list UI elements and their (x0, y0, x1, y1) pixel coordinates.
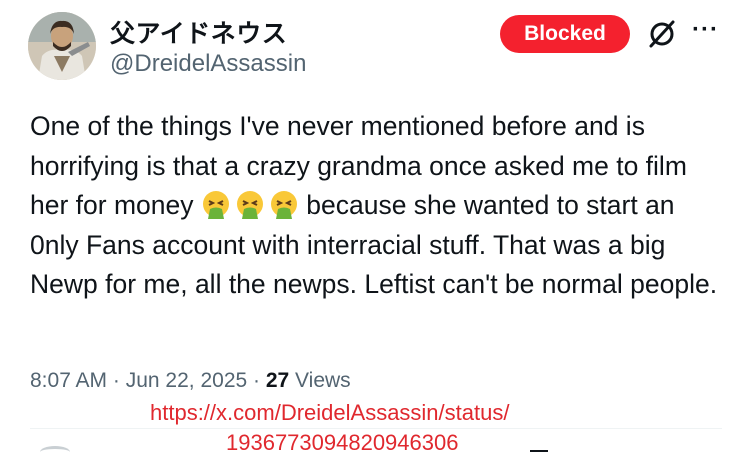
face-vomiting-emoji (202, 191, 229, 219)
tweet-text: One of the things I've never mentioned b… (30, 107, 730, 305)
text-cursor (530, 450, 548, 452)
author-display-name[interactable]: 父アイドネウス (110, 14, 287, 50)
meta-separator: · (107, 369, 126, 392)
emoji-group (201, 190, 299, 220)
views-count: 27 (265, 369, 290, 392)
meta-separator: · (247, 369, 266, 392)
face-vomiting-emoji (270, 191, 297, 219)
tweet-meta: 8:07 AM · Jun 22, 2025 · 27 Views (30, 369, 351, 393)
blocked-button[interactable]: Blocked (500, 15, 630, 53)
divider (30, 428, 722, 429)
face-vomiting-emoji (236, 191, 263, 219)
source-url[interactable]: https://x.com/DreidelAssassin/status/ 19… (150, 398, 650, 454)
avatar-illustration (28, 12, 96, 80)
partial-avatar-edge (40, 446, 70, 454)
avatar[interactable] (28, 12, 96, 80)
tweet-date[interactable]: Jun 22, 2025 (126, 369, 247, 392)
source-url-line-2: 1936773094820946306 (226, 430, 459, 454)
author-handle[interactable]: @DreidelAssassin (110, 50, 306, 78)
more-options-icon[interactable]: ··· (692, 18, 722, 46)
source-url-line-1: https://x.com/DreidelAssassin/status/ (150, 400, 510, 425)
views-label: Views (295, 369, 351, 392)
grok-icon[interactable] (646, 18, 678, 50)
tweet-time[interactable]: 8:07 AM (30, 369, 107, 392)
